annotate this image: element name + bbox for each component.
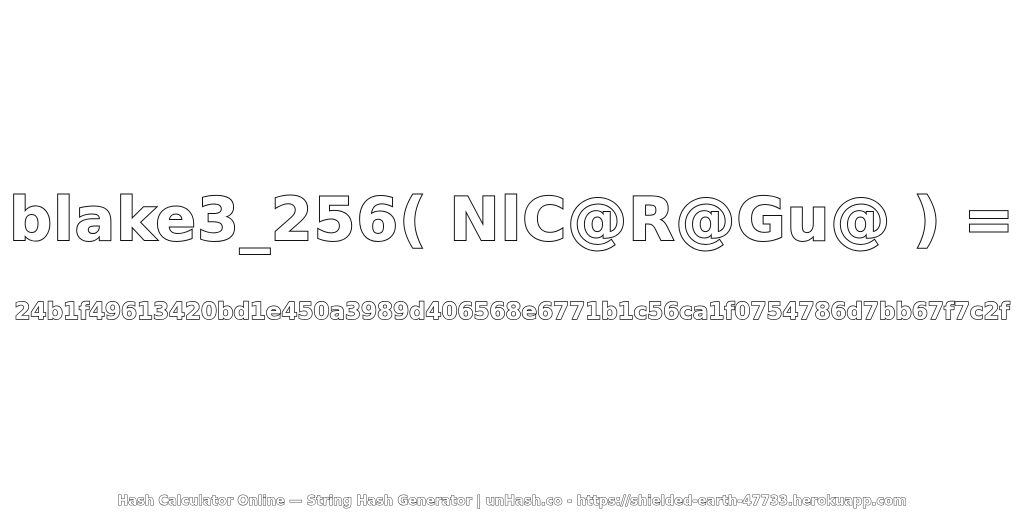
hash-result-value: 24b1f49613420bd1e450a3989d406568e6771b1c…	[14, 298, 1010, 325]
site-footer-credit: Hash Calculator Online — String Hash Gen…	[117, 494, 907, 510]
hash-expression-heading: blake3_256( NlC@R@Gu@ ) =	[8, 184, 1015, 256]
